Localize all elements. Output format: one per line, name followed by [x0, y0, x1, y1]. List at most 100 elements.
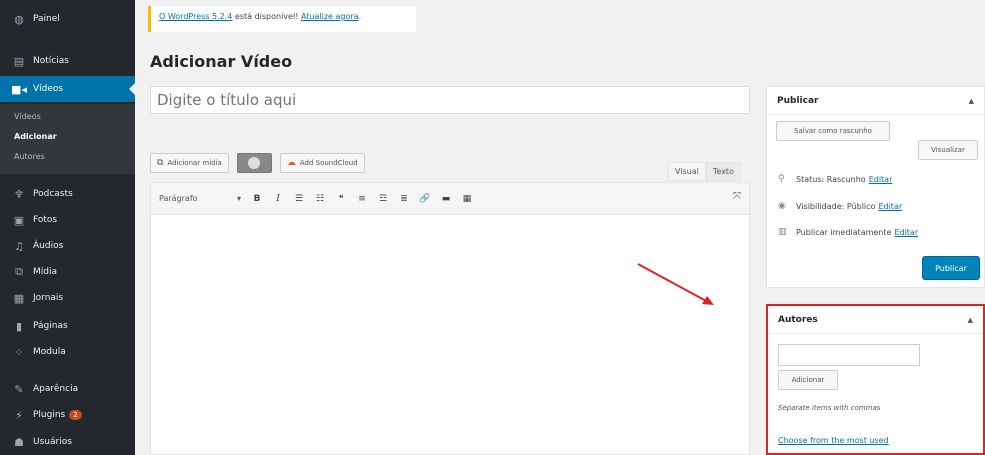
sidebar-item-usuarios[interactable]: ☗ Usuários — [0, 429, 135, 455]
publish-button[interactable]: Publicar — [922, 256, 980, 280]
submenu-item-videos[interactable]: Vídeos — [14, 112, 41, 121]
update-now-link[interactable]: Atualize agora — [301, 12, 359, 21]
fullscreen-icon[interactable]: ⤧ — [733, 191, 741, 202]
add-media-label: Adicionar mídia — [167, 159, 222, 167]
sidebar-item-aparencia[interactable]: ✎ Aparência — [0, 376, 135, 402]
annotation-arrow-icon — [637, 263, 714, 305]
sidebar-item-label: Aparência — [33, 384, 79, 394]
authors-hint: Separate items with commas — [778, 404, 881, 412]
add-media-button[interactable]: ⧉ Adicionar mídia — [150, 153, 229, 173]
grid-icon: ▦ — [13, 291, 25, 305]
blockquote-icon[interactable]: ❝ — [333, 191, 349, 207]
sidebar-item-audios[interactable]: ♫ Áudios — [0, 233, 135, 259]
sidebar-item-videos[interactable]: ■◂ Vídeos — [0, 76, 135, 102]
admin-sidebar: ◍ Painel ▤ Notícias ■◂ Vídeos Vídeos Adi… — [0, 0, 135, 455]
visibility-label: Visibilidade: Público — [796, 201, 876, 211]
align-left-icon[interactable]: ≡ — [354, 191, 370, 207]
sidebar-item-label: Páginas — [33, 321, 68, 331]
videos-submenu: Vídeos Adicionar Autores — [0, 104, 135, 174]
edit-schedule-link[interactable]: Editar — [894, 228, 918, 237]
music-icon: ♫ — [14, 239, 24, 253]
read-more-icon[interactable]: ▬ — [438, 191, 454, 207]
brush-icon: ✎ — [14, 382, 24, 396]
modula-icon: ⁘ — [14, 345, 24, 359]
user-icon: ☗ — [14, 435, 24, 449]
calendar-icon: ▥ — [778, 227, 787, 237]
sidebar-item-label: Podcasts — [33, 189, 73, 199]
sidebar-item-label: Plugins — [33, 410, 66, 420]
most-used-authors-link[interactable]: Choose from the most used — [778, 436, 889, 445]
notice-text: está disponível! — [232, 12, 301, 21]
sidebar-item-podcasts[interactable]: ♆ Podcasts — [0, 181, 135, 207]
schedule-row: ▥ Publicar imediatamente Editar — [778, 227, 918, 237]
dashboard-icon: ◍ — [14, 12, 24, 26]
save-draft-button[interactable]: Salvar como rascunho — [776, 121, 890, 141]
plugin-icon: ⚡ — [15, 408, 23, 422]
soundcloud-icon: ☁ — [286, 158, 296, 168]
sidebar-item-modula[interactable]: ⁘ Modula — [0, 339, 135, 365]
toolbar-toggle-icon[interactable]: ▦ — [459, 191, 475, 207]
authors-input[interactable] — [778, 344, 920, 366]
sidebar-item-label: Vídeos — [33, 84, 64, 94]
media-icon: ⧉ — [157, 158, 164, 168]
publish-box-title: Publicar — [777, 95, 819, 106]
news-icon: ▤ — [13, 54, 25, 68]
media-icon: ⧉ — [15, 265, 23, 278]
add-soundcloud-button[interactable]: ☁ Add SoundCloud — [279, 153, 365, 173]
sidebar-item-plugins[interactable]: ⚡ Plugins 2 — [0, 402, 135, 428]
sidebar-item-midia[interactable]: ⧉ Mídia — [0, 259, 135, 285]
sidebar-item-label: Fotos — [33, 215, 58, 225]
align-right-icon[interactable]: ≣ — [396, 191, 412, 207]
editor-toolbar: Parágrafo ▾ B I ☰ ☷ ❝ ≡ ☲ ≣ 🔗 ▬ ▦ ⤧ — [151, 183, 749, 215]
visibility-row: ◉ Visibilidade: Público Editar — [778, 201, 902, 211]
page-title: Adicionar Vídeo — [150, 52, 293, 71]
wp-admin-screen: ◍ Painel ▤ Notícias ■◂ Vídeos Vídeos Adi… — [0, 0, 985, 455]
publish-box-header[interactable]: Publicar ▲ — [767, 87, 984, 115]
update-notice: O WordPress 5.2.4 está disponível! Atual… — [148, 6, 416, 32]
page-icon: ▮ — [15, 319, 23, 333]
sidebar-item-label: Jornais — [33, 293, 64, 303]
editor-tabs: Visual Texto — [668, 162, 741, 181]
media-buttons: ⧉ Adicionar mídia ☁ Add SoundCloud — [150, 153, 365, 173]
photo-icon: ▣ — [13, 213, 25, 227]
format-select[interactable]: Parágrafo ▾ — [159, 194, 249, 203]
sidebar-item-fotos[interactable]: ▣ Fotos — [0, 207, 135, 233]
chevron-down-icon: ▾ — [236, 194, 241, 203]
pin-icon: ⚲ — [778, 174, 785, 184]
wordpress-version-link[interactable]: O WordPress 5.2.4 — [159, 12, 232, 21]
plugin-update-badge: 2 — [69, 410, 82, 420]
authors-box-title: Autores — [778, 314, 818, 325]
align-center-icon[interactable]: ☲ — [375, 191, 391, 207]
sidebar-item-label: Usuários — [33, 437, 72, 447]
content-editor[interactable]: Parágrafo ▾ B I ☰ ☷ ❝ ≡ ☲ ≣ 🔗 ▬ ▦ ⤧ — [150, 182, 750, 455]
numbered-list-icon[interactable]: ☷ — [312, 191, 328, 207]
eye-icon: ◉ — [778, 201, 786, 211]
sidebar-item-jornais[interactable]: ▦ Jornais — [0, 285, 135, 311]
tab-visual[interactable]: Visual — [668, 162, 706, 181]
preview-button[interactable]: Visualizar — [918, 140, 978, 160]
authors-box-header[interactable]: Autores ▲ — [768, 306, 983, 334]
submenu-item-adicionar[interactable]: Adicionar — [14, 132, 57, 141]
submenu-item-autores[interactable]: Autores — [14, 152, 45, 161]
status-label: Status: Rascunho — [796, 174, 866, 184]
collapse-icon[interactable]: ▲ — [969, 97, 974, 105]
gallery-button[interactable] — [236, 153, 272, 173]
sidebar-item-paginas[interactable]: ▮ Páginas — [0, 313, 135, 339]
add-author-button[interactable]: Adicionar — [778, 370, 838, 390]
status-row: ⚲ Status: Rascunho Editar — [778, 174, 892, 184]
bullet-list-icon[interactable]: ☰ — [291, 191, 307, 207]
collapse-icon[interactable]: ▲ — [968, 316, 973, 324]
edit-status-link[interactable]: Editar — [869, 175, 893, 184]
link-icon[interactable]: 🔗 — [417, 191, 433, 207]
sidebar-item-painel[interactable]: ◍ Painel — [0, 6, 135, 32]
sidebar-item-label: Modula — [33, 347, 66, 357]
edit-visibility-link[interactable]: Editar — [878, 202, 902, 211]
add-soundcloud-label: Add SoundCloud — [299, 159, 358, 167]
sidebar-item-noticias[interactable]: ▤ Notícias — [0, 48, 135, 74]
post-title-input[interactable] — [150, 86, 750, 114]
bold-icon[interactable]: B — [249, 191, 265, 207]
tab-text[interactable]: Texto — [705, 162, 741, 181]
format-select-value: Parágrafo — [159, 194, 198, 203]
sidebar-item-label: Áudios — [33, 241, 64, 251]
italic-icon[interactable]: I — [270, 191, 286, 207]
